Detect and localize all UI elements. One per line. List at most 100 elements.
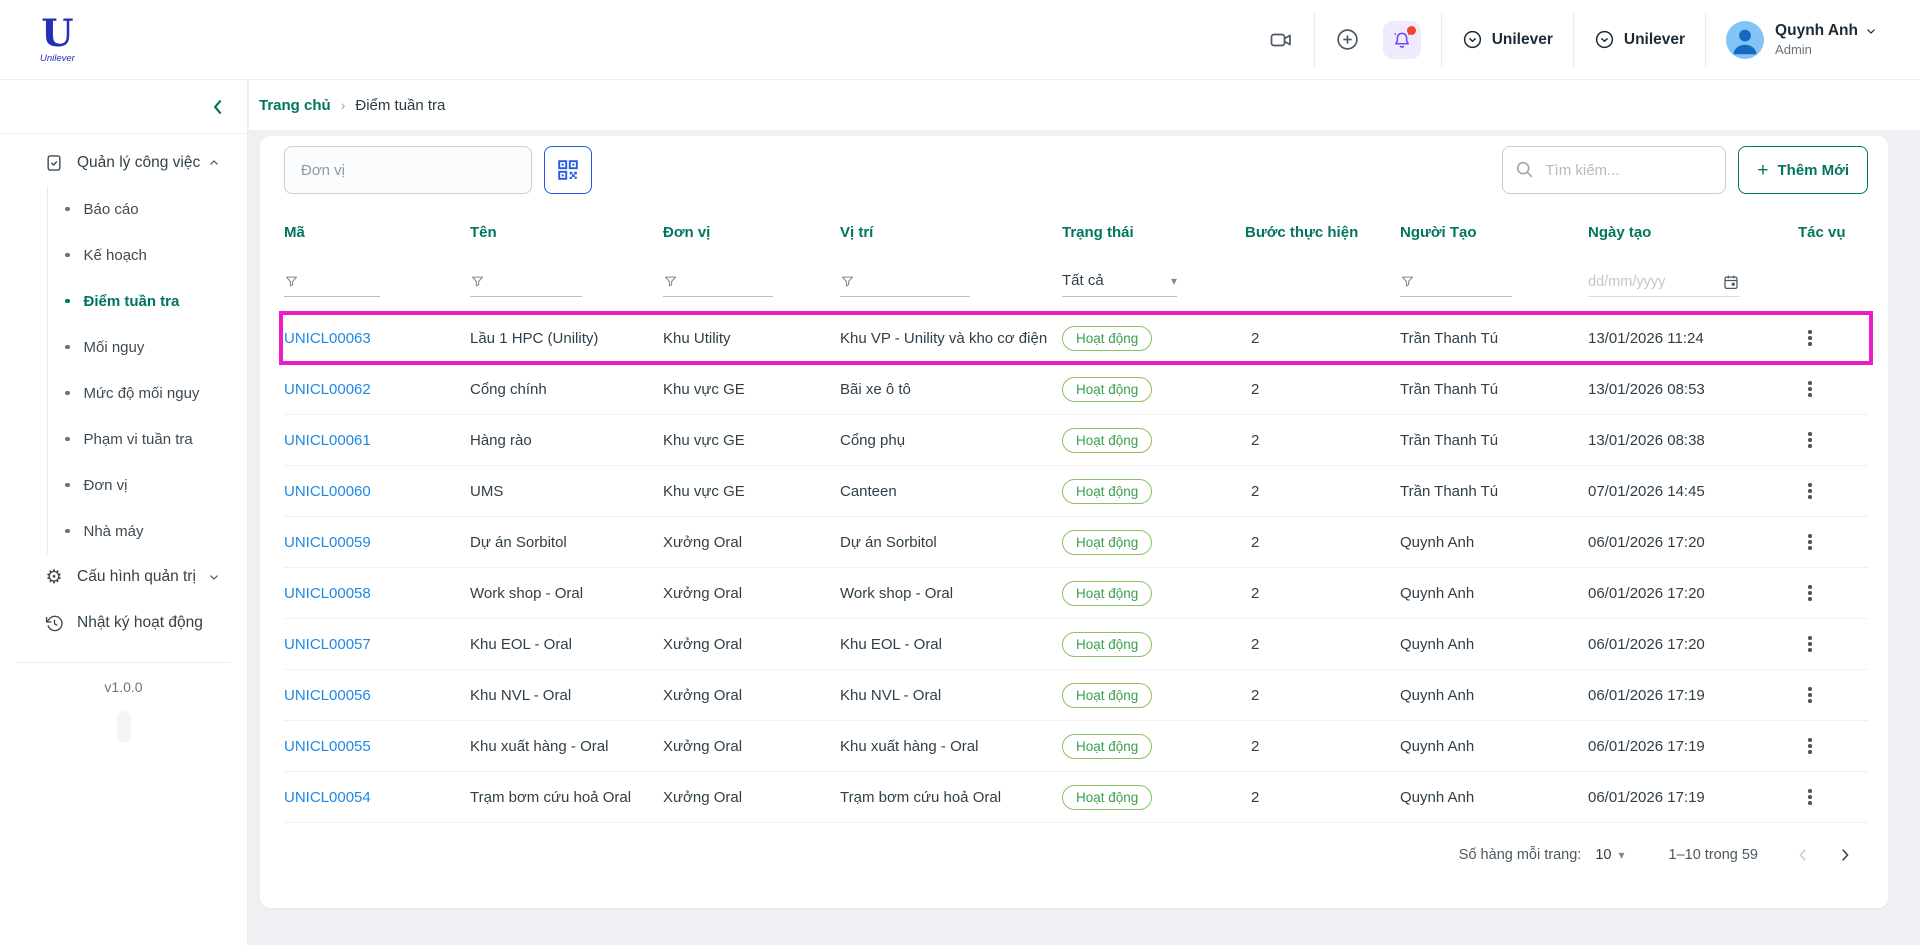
funnel-icon	[663, 274, 678, 289]
row-actions-kebab-icon[interactable]	[1798, 477, 1822, 505]
table-row[interactable]: UNICL00059 Dự án Sorbitol Xưởng Oral Dự …	[284, 517, 1868, 568]
breadcrumb-separator: ›	[341, 97, 346, 113]
row-actions-kebab-icon[interactable]	[1798, 783, 1822, 811]
funnel-icon	[840, 274, 855, 289]
table-row[interactable]: UNICL00055 Khu xuất hàng - Oral Xưởng Or…	[284, 721, 1868, 772]
chevron-left-icon	[208, 97, 228, 117]
sidebar-item-bao-cao[interactable]: Báo cáo	[65, 186, 247, 232]
row-code-link[interactable]: UNICL00060	[284, 483, 371, 500]
row-actions-kebab-icon[interactable]	[1798, 426, 1822, 454]
row-location: Khu NVL - Oral	[840, 687, 1062, 704]
next-page-button[interactable]	[1828, 838, 1862, 872]
add-new-button[interactable]: + Thêm Mới	[1738, 146, 1868, 194]
sidebar-section-admin-config[interactable]: ⚙ Cấu hình quản trị	[0, 554, 247, 600]
table-row[interactable]: UNICL00060 UMS Khu vực GE Canteen Hoạt đ…	[284, 466, 1868, 517]
column-header-code: Mã	[284, 224, 470, 241]
breadcrumb-home-link[interactable]: Trang chủ	[259, 97, 331, 114]
bullet-icon	[65, 253, 70, 258]
row-unit: Xưởng Oral	[663, 789, 840, 806]
gear-icon: ⚙	[44, 567, 64, 587]
sidebar-item-muc-do-moi-nguy[interactable]: Mức độ mối nguy	[65, 370, 247, 416]
header-actions: Unilever Unilever Quynh	[1268, 13, 1878, 67]
status-badge: Hoạt động	[1062, 785, 1152, 810]
org-selector-2[interactable]: Unilever	[1594, 29, 1685, 50]
row-actions-kebab-icon[interactable]	[1798, 579, 1822, 607]
sidebar-item-diem-tuan-tra[interactable]: Điểm tuần tra	[65, 278, 247, 324]
filter-name-input[interactable]	[470, 274, 582, 297]
table-row[interactable]: UNICL00058 Work shop - Oral Xưởng Oral W…	[284, 568, 1868, 619]
video-icon[interactable]	[1268, 27, 1294, 53]
notifications-button[interactable]	[1383, 21, 1421, 59]
unit-filter-input[interactable]	[284, 146, 532, 194]
sidebar-item-label: Nhà máy	[84, 523, 144, 540]
circle-chevron-down-icon	[1594, 29, 1615, 50]
filter-code-input[interactable]	[284, 274, 380, 297]
row-code-link[interactable]: UNICL00061	[284, 432, 371, 449]
sidebar-section-work-management[interactable]: Quản lý công việc	[0, 140, 247, 186]
org-selector-label: Unilever	[1624, 31, 1685, 49]
add-circle-icon[interactable]	[1335, 27, 1361, 53]
sidebar-section-activity-log[interactable]: Nhật ký hoạt động	[0, 600, 247, 646]
filter-creator-input[interactable]	[1400, 274, 1512, 297]
row-step: 2	[1245, 330, 1400, 347]
row-code-link[interactable]: UNICL00055	[284, 738, 371, 755]
table-row[interactable]: UNICL00057 Khu EOL - Oral Xưởng Oral Khu…	[284, 619, 1868, 670]
row-code-link[interactable]: UNICL00057	[284, 636, 371, 653]
bullet-icon	[65, 299, 70, 304]
filter-status-select[interactable]: Tất cả ▾	[1062, 272, 1177, 297]
row-code-link[interactable]: UNICL00054	[284, 789, 371, 806]
filter-unit-input[interactable]	[663, 274, 773, 297]
sidebar-item-ke-hoach[interactable]: Kế hoạch	[65, 232, 247, 278]
rows-per-page-select[interactable]: 10 ▾	[1595, 847, 1624, 863]
row-actions-kebab-icon[interactable]	[1798, 375, 1822, 403]
search-input[interactable]	[1502, 146, 1726, 194]
table-body: UNICL00063 Lầu 1 HPC (Unility) Khu Utili…	[284, 313, 1868, 823]
date-placeholder: dd/mm/yyyy	[1588, 274, 1665, 290]
row-location: Dự án Sorbitol	[840, 534, 1062, 551]
filter-location-input[interactable]	[840, 274, 970, 297]
filter-date-input[interactable]: dd/mm/yyyy	[1588, 273, 1740, 297]
user-menu[interactable]: Quynh Anh Admin	[1726, 21, 1878, 59]
org-selector-1[interactable]: Unilever	[1462, 29, 1553, 50]
row-code-link[interactable]: UNICL00056	[284, 687, 371, 704]
sidebar-item-pham-vi-tuan-tra[interactable]: Phạm vi tuần tra	[65, 416, 247, 462]
table-filter-row: Tất cả ▾ dd/mm/yyyy	[284, 257, 1868, 297]
row-actions-kebab-icon[interactable]	[1798, 324, 1822, 352]
sidebar-scrollbar-thumb[interactable]	[117, 711, 131, 743]
row-creator: Quynh Anh	[1400, 789, 1588, 806]
row-name: Khu xuất hàng - Oral	[470, 738, 663, 755]
table-row[interactable]: UNICL00063 Lầu 1 HPC (Unility) Khu Utili…	[284, 313, 1868, 364]
table-row[interactable]: UNICL00062 Cổng chính Khu vực GE Bãi xe …	[284, 364, 1868, 415]
row-step: 2	[1245, 534, 1400, 551]
qr-scan-button[interactable]	[544, 146, 592, 194]
table-row[interactable]: UNICL00061 Hàng rào Khu vực GE Cổng phụ …	[284, 415, 1868, 466]
app-version: v1.0.0	[0, 679, 247, 695]
row-location: Trạm bơm cứu hoả Oral	[840, 789, 1062, 806]
previous-page-button[interactable]	[1786, 838, 1820, 872]
row-creator: Quynh Anh	[1400, 585, 1588, 602]
row-created-at: 06/01/2026 17:20	[1588, 585, 1798, 602]
bullet-icon	[65, 207, 70, 212]
row-actions-kebab-icon[interactable]	[1798, 681, 1822, 709]
sidebar-item-nha-may[interactable]: Nhà máy	[65, 508, 247, 554]
table-row[interactable]: UNICL00054 Trạm bơm cứu hoả Oral Xưởng O…	[284, 772, 1868, 823]
row-actions-kebab-icon[interactable]	[1798, 528, 1822, 556]
row-creator: Trần Thanh Tú	[1400, 381, 1588, 398]
row-code-link[interactable]: UNICL00058	[284, 585, 371, 602]
row-code-link[interactable]: UNICL00063	[284, 330, 371, 347]
row-actions-kebab-icon[interactable]	[1798, 630, 1822, 658]
row-code-link[interactable]: UNICL00059	[284, 534, 371, 551]
sidebar-item-don-vi[interactable]: Đơn vị	[65, 462, 247, 508]
sidebar-item-moi-nguy[interactable]: Mối nguy	[65, 324, 247, 370]
row-name: Work shop - Oral	[470, 585, 663, 602]
filter-status-value: Tất cả	[1062, 272, 1104, 289]
pagination: Số hàng mỗi trang: 10 ▾ 1–10 trong 59	[260, 827, 1888, 883]
calendar-icon[interactable]	[1722, 273, 1740, 291]
sidebar-collapse-button[interactable]	[205, 94, 231, 120]
row-created-at: 07/01/2026 14:45	[1588, 483, 1798, 500]
table-row[interactable]: UNICL00056 Khu NVL - Oral Xưởng Oral Khu…	[284, 670, 1868, 721]
row-created-at: 13/01/2026 11:24	[1588, 330, 1798, 347]
row-code-link[interactable]: UNICL00062	[284, 381, 371, 398]
status-badge: Hoạt động	[1062, 530, 1152, 555]
row-actions-kebab-icon[interactable]	[1798, 732, 1822, 760]
